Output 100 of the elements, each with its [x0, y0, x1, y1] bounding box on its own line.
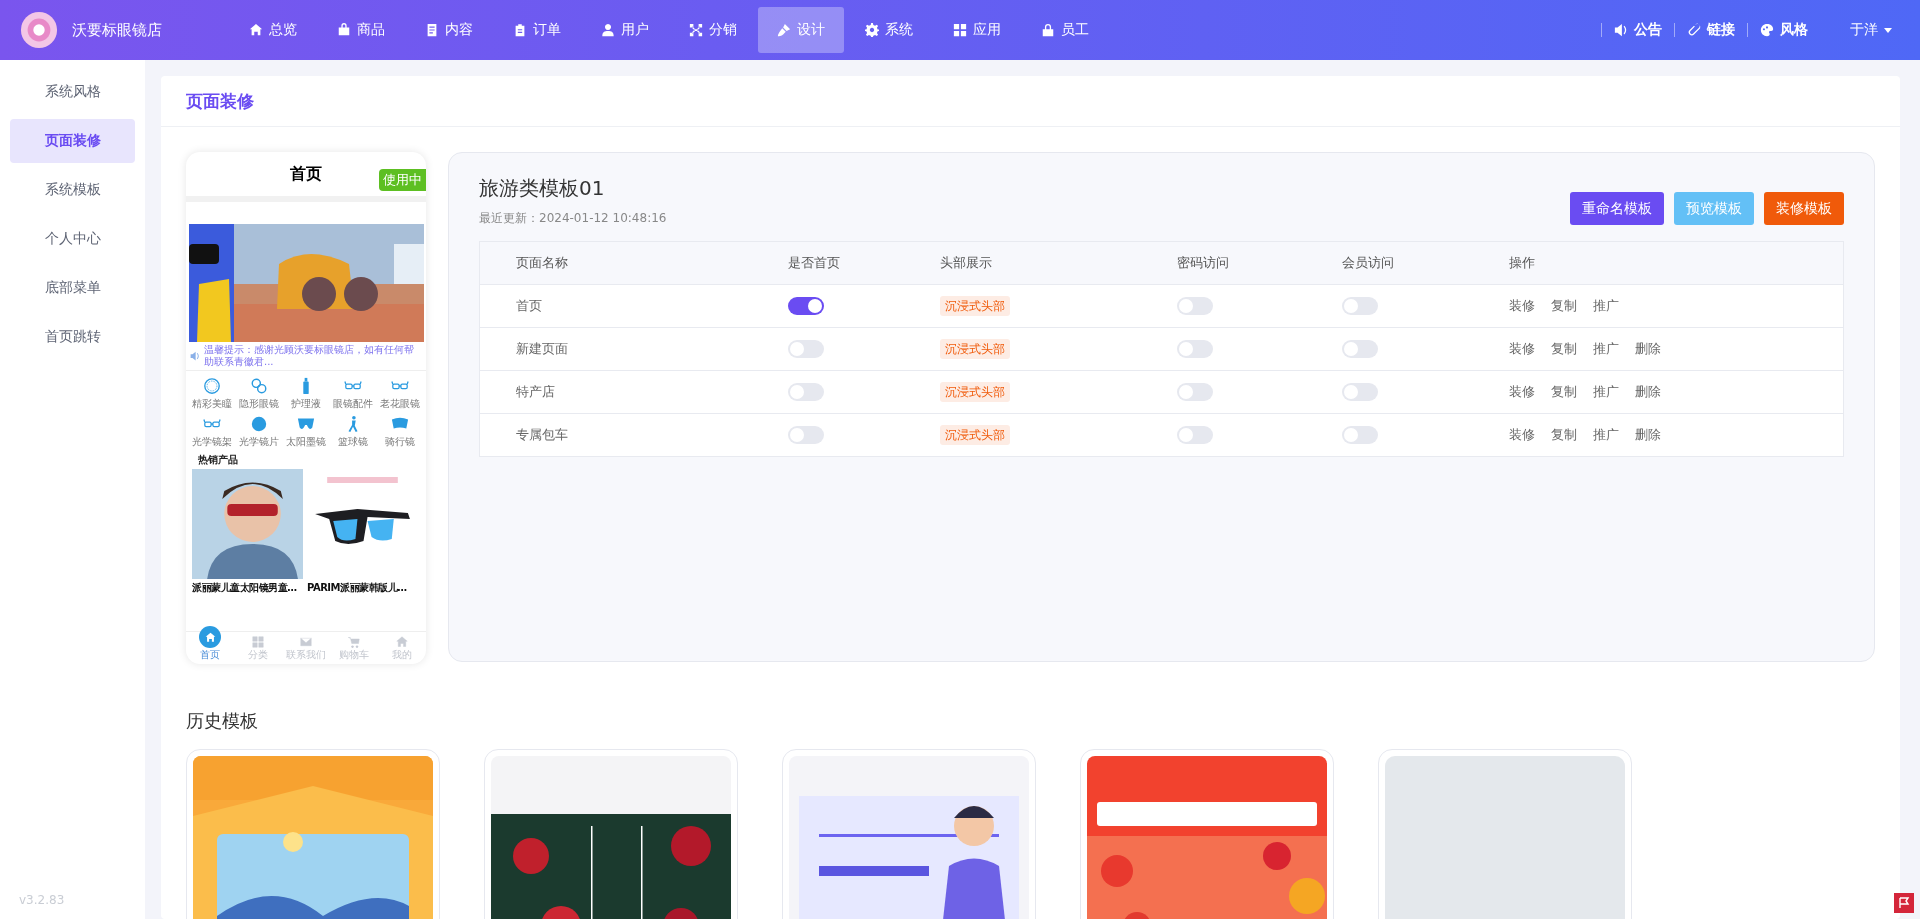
nav-tab[interactable]: 系统 — [846, 7, 932, 53]
action-link[interactable]: 装修 — [1509, 383, 1535, 401]
action-link[interactable]: 删除 — [1635, 383, 1661, 401]
disc-icon — [249, 415, 268, 433]
user-icon — [601, 23, 615, 37]
action-link[interactable]: 推广 — [1593, 297, 1619, 315]
action-link[interactable]: 推广 — [1593, 383, 1619, 401]
cart-icon — [348, 636, 360, 648]
toggle-switch[interactable] — [1342, 297, 1378, 315]
header-tag: 沉浸式头部 — [940, 338, 1010, 359]
table-cell: 首页 — [479, 284, 787, 328]
nav-tab[interactable]: 应用 — [934, 7, 1020, 53]
toggle-switch[interactable] — [788, 297, 824, 315]
category-label: 太阳墨镜 — [286, 435, 326, 449]
grid-icon — [953, 23, 967, 37]
ring-icon — [202, 377, 221, 395]
home-icon — [249, 23, 263, 37]
nav-tab[interactable]: 分销 — [670, 7, 756, 53]
nav-tab[interactable]: 商品 — [318, 7, 404, 53]
tabbar-item[interactable]: 首页 — [186, 626, 234, 664]
action-link[interactable]: 装修 — [1509, 340, 1535, 358]
document-icon — [425, 23, 439, 37]
toggle-switch[interactable] — [1177, 383, 1213, 401]
sidebar-item[interactable]: 首页跳转 — [10, 315, 135, 359]
grid-icon — [252, 636, 264, 648]
header-tag: 沉浸式头部 — [940, 295, 1010, 316]
gear-icon — [865, 23, 879, 37]
nav-tab[interactable]: 员工 — [1022, 7, 1108, 53]
category-label: 隐形眼镜 — [238, 397, 279, 411]
column-header: 操作 — [1508, 241, 1844, 285]
category-label: 眼镜配件 — [333, 397, 374, 411]
speaker-icon — [1614, 23, 1628, 37]
action-link[interactable]: 复制 — [1551, 383, 1577, 401]
column-header: 页面名称 — [479, 241, 787, 285]
envelope-icon — [300, 636, 312, 648]
decorate-button[interactable]: 装修模板 — [1764, 192, 1844, 225]
category-label: 篮球镜 — [338, 435, 369, 449]
column-header: 是否首页 — [787, 241, 939, 285]
header-tag: 沉浸式头部 — [940, 424, 1010, 445]
lock-icon — [1041, 23, 1055, 37]
sidebar-item[interactable]: 底部菜单 — [10, 266, 135, 310]
nav-tab[interactable]: 设计 — [758, 7, 844, 53]
action-link[interactable]: 删除 — [1635, 340, 1661, 358]
store-name: 沃要标眼镜店 — [72, 20, 162, 40]
action-link[interactable]: 推广 — [1593, 340, 1619, 358]
toggle-switch[interactable] — [788, 383, 824, 401]
action-link[interactable]: 复制 — [1551, 340, 1577, 358]
product-name: 派丽蒙儿童太阳镜男童... — [192, 581, 298, 595]
toggle-switch[interactable] — [1342, 426, 1378, 444]
category-label: 光学镜片 — [238, 435, 279, 449]
rename-button[interactable]: 重命名模板 — [1570, 192, 1664, 225]
brush-icon — [777, 23, 791, 37]
category-label: 护理液 — [291, 397, 321, 411]
caret-icon — [1884, 27, 1892, 33]
action-link[interactable]: 复制 — [1551, 297, 1577, 315]
action-link[interactable]: 装修 — [1509, 297, 1535, 315]
toggle-switch[interactable] — [1342, 383, 1378, 401]
sidebar-item[interactable]: 个人中心 — [10, 217, 135, 261]
category-label: 骑行镜 — [385, 435, 416, 449]
paperclip-icon — [1687, 23, 1701, 37]
section-title: 热销产品 — [197, 453, 239, 467]
nav-tab[interactable]: 订单 — [494, 7, 580, 53]
toggle-switch[interactable] — [1342, 340, 1378, 358]
home-icon — [396, 636, 408, 648]
category-label: 光学镜架 — [191, 435, 232, 449]
column-header: 头部展示 — [939, 241, 1176, 285]
updated-time: 最近更新：2024-01-12 10:48:16 — [479, 210, 667, 227]
bag-icon — [337, 23, 351, 37]
flag-icon[interactable] — [1894, 893, 1914, 913]
table-cell: 专属包车 — [479, 413, 787, 457]
header-link[interactable]: 链接 — [1687, 21, 1735, 39]
toggle-switch[interactable] — [788, 426, 824, 444]
link-icon — [249, 377, 268, 395]
nav-tab[interactable]: 用户 — [582, 7, 668, 53]
sidebar-item[interactable]: 页面装修 — [10, 119, 135, 163]
header-link[interactable]: 风格 — [1760, 21, 1808, 39]
user-menu[interactable]: 于洋 — [1850, 21, 1892, 39]
action-link[interactable]: 装修 — [1509, 426, 1535, 444]
action-link[interactable]: 删除 — [1635, 426, 1661, 444]
status-badge: 使用中 — [379, 169, 426, 191]
toggle-switch[interactable] — [788, 340, 824, 358]
toggle-switch[interactable] — [1177, 426, 1213, 444]
product-name: PARIM派丽蒙韩版儿... — [307, 581, 408, 595]
page-title: 页面装修 — [186, 89, 254, 113]
palette-icon — [1760, 23, 1774, 37]
action-link[interactable]: 推广 — [1593, 426, 1619, 444]
column-header: 密码访问 — [1176, 241, 1341, 285]
nav-tab[interactable]: 内容 — [406, 7, 492, 53]
action-link[interactable]: 复制 — [1551, 426, 1577, 444]
toggle-switch[interactable] — [1177, 340, 1213, 358]
nav-tab[interactable]: 总览 — [230, 7, 316, 53]
sidebar-item[interactable]: 系统风格 — [10, 70, 135, 114]
home-icon — [199, 626, 221, 648]
header-link[interactable]: 公告 — [1614, 21, 1662, 39]
template-name: 旅游类模板01 — [479, 175, 606, 202]
table-cell: 特产店 — [479, 370, 787, 414]
category-label: 精彩美瞳 — [191, 397, 232, 411]
toggle-switch[interactable] — [1177, 297, 1213, 315]
logo-icon — [20, 11, 58, 49]
sidebar-item[interactable]: 系统模板 — [10, 168, 135, 212]
